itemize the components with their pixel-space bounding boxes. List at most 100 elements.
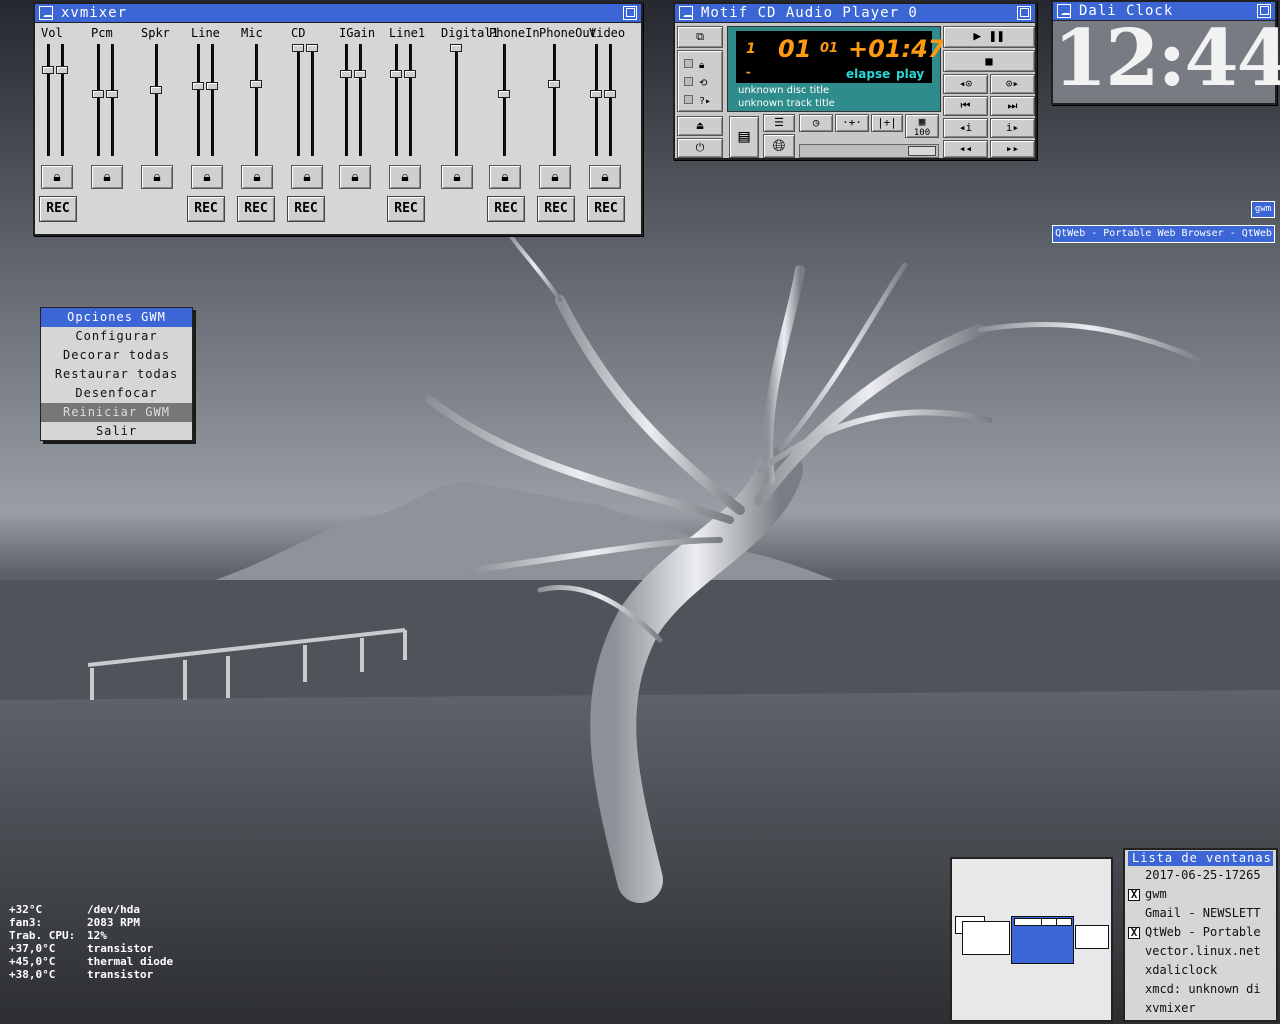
channel-lock-button[interactable]: 🔒︎ xyxy=(389,165,421,189)
volume-slider-knob[interactable] xyxy=(192,82,204,90)
window-list-item[interactable]: vector.linux.net xyxy=(1125,942,1276,961)
stop-button[interactable]: ■ xyxy=(943,50,1035,72)
pager-window-thumb[interactable] xyxy=(1075,925,1109,949)
iconify-icon[interactable] xyxy=(679,6,693,20)
cd-player-titlebar[interactable]: Motif CD Audio Player 0 xyxy=(675,4,1035,23)
next-index-button[interactable]: i▸ xyxy=(990,118,1035,138)
volume-slider-knob[interactable] xyxy=(354,70,366,78)
menu-item-desenfocar[interactable]: Desenfocar xyxy=(41,384,192,403)
volume-slider[interactable] xyxy=(799,144,939,158)
power-button[interactable]: ⏻ xyxy=(677,138,723,158)
channel-lock-button[interactable]: 🔒︎ xyxy=(539,165,571,189)
disc-db-button[interactable]: ▤ xyxy=(729,116,759,158)
channel-lock-button[interactable]: 🔒︎ xyxy=(41,165,73,189)
rec-button[interactable]: REC xyxy=(187,196,225,222)
window-list-item[interactable]: xvmixer xyxy=(1125,999,1276,1018)
channel-lock-button[interactable]: 🔒︎ xyxy=(489,165,521,189)
checkbox-lock[interactable] xyxy=(684,59,693,68)
menu-item-reiniciar-gwm[interactable]: Reiniciar GWM xyxy=(41,403,192,422)
volume-slider-track[interactable] xyxy=(111,44,114,156)
volume-slider-knob[interactable] xyxy=(56,66,68,74)
window-list-item[interactable]: xdaliclock xyxy=(1125,961,1276,980)
volume-slider-track[interactable] xyxy=(595,44,598,156)
maximize-icon[interactable] xyxy=(1017,6,1031,20)
volume-slider-track[interactable] xyxy=(61,44,64,156)
gwm-icon[interactable]: gwm xyxy=(1251,201,1275,218)
volume-slider-knob[interactable] xyxy=(590,90,602,98)
volume-slider-knob[interactable] xyxy=(340,70,352,78)
volume-slider-knob[interactable] xyxy=(548,80,560,88)
volume-slider-track[interactable] xyxy=(409,44,412,156)
window-list-item[interactable]: 2017-06-25-17265 xyxy=(1125,866,1276,885)
volume-slider-track[interactable] xyxy=(197,44,200,156)
volume-slider-knob[interactable] xyxy=(106,90,118,98)
volume-slider-track[interactable] xyxy=(503,44,506,156)
volume-slider-knob[interactable] xyxy=(292,44,304,52)
volume-slider-knob[interactable] xyxy=(206,82,218,90)
channel-lock-button[interactable]: 🔒︎ xyxy=(191,165,223,189)
volume-slider-thumb[interactable] xyxy=(908,146,936,156)
window-list-item[interactable]: Gmail - NEWSLETT xyxy=(1125,904,1276,923)
menu-item-decorar-todas[interactable]: Decorar todas xyxy=(41,346,192,365)
volume-slider-track[interactable] xyxy=(47,44,50,156)
volume-slider-knob[interactable] xyxy=(450,44,462,52)
play-pause-button[interactable]: ▶ ❚❚ xyxy=(943,26,1035,48)
prev-disc-button[interactable]: ◂⊙ xyxy=(943,74,988,94)
volume-slider-knob[interactable] xyxy=(306,44,318,52)
qtweb-icon[interactable]: QtWeb - Portable Web Browser - QtWeb xyxy=(1052,225,1275,243)
prev-index-button[interactable]: ◂i xyxy=(943,118,988,138)
window-list-item[interactable]: xmcd: unknown di xyxy=(1125,980,1276,999)
rec-button[interactable]: REC xyxy=(587,196,625,222)
volume-slider-track[interactable] xyxy=(609,44,612,156)
volume-slider-knob[interactable] xyxy=(250,80,262,88)
window-list-item[interactable]: X QtWeb - Portable xyxy=(1125,923,1276,942)
volume-slider-knob[interactable] xyxy=(498,90,510,98)
eject-button[interactable]: ⏏ xyxy=(677,116,723,136)
channel-lock-button[interactable]: 🔒︎ xyxy=(339,165,371,189)
menu-item-restaurar-todas[interactable]: Restaurar todas xyxy=(41,365,192,384)
channel-lock-button[interactable]: 🔒︎ xyxy=(291,165,323,189)
volume-slider-knob[interactable] xyxy=(92,90,104,98)
virtual-desktop-pager[interactable] xyxy=(950,857,1113,1022)
volume-slider-track[interactable] xyxy=(155,44,158,156)
rewind-button[interactable]: ◂◂ xyxy=(943,140,988,158)
channel-lock-button[interactable]: 🔒︎ xyxy=(91,165,123,189)
rec-button[interactable]: REC xyxy=(537,196,575,222)
volume-slider-track[interactable] xyxy=(395,44,398,156)
rec-button[interactable]: REC xyxy=(237,196,275,222)
channel-lock-button[interactable]: 🔒︎ xyxy=(141,165,173,189)
xvmixer-titlebar[interactable]: xvmixer xyxy=(35,4,641,23)
time-mode-button[interactable]: ◷ xyxy=(799,114,833,132)
pager-current-desktop[interactable] xyxy=(1011,916,1074,964)
iconify-icon[interactable] xyxy=(39,6,53,20)
menu-item-salir[interactable]: Salir xyxy=(41,422,192,441)
mode-button[interactable]: ⧉ xyxy=(677,26,723,48)
program-button[interactable]: ☰ xyxy=(763,114,795,132)
volume-slider-track[interactable] xyxy=(97,44,100,156)
next-disc-button[interactable]: ⊙▸ xyxy=(990,74,1035,94)
volume-slider-track[interactable] xyxy=(297,44,300,156)
volume-slider-track[interactable] xyxy=(345,44,348,156)
sample-button[interactable]: |+| xyxy=(871,114,903,132)
volume-slider-track[interactable] xyxy=(553,44,556,156)
maximize-icon[interactable] xyxy=(623,6,637,20)
menu-item-configurar[interactable]: Configurar xyxy=(41,327,192,346)
channel-lock-button[interactable]: 🔒︎ xyxy=(589,165,621,189)
volume-slider-track[interactable] xyxy=(255,44,258,156)
rec-button[interactable]: REC xyxy=(387,196,425,222)
volume-slider-track[interactable] xyxy=(455,44,458,156)
rec-button[interactable]: REC xyxy=(39,196,77,222)
rec-button[interactable]: REC xyxy=(287,196,325,222)
volume-slider-track[interactable] xyxy=(311,44,314,156)
prev-track-button[interactable]: ⏮ xyxy=(943,96,988,116)
volume-slider-knob[interactable] xyxy=(150,86,162,94)
fast-forward-button[interactable]: ▸▸ xyxy=(990,140,1035,158)
volume-slider-track[interactable] xyxy=(211,44,214,156)
rec-button[interactable]: REC xyxy=(487,196,525,222)
volume-slider-knob[interactable] xyxy=(390,70,402,78)
volume-slider-knob[interactable] xyxy=(404,70,416,78)
ab-button[interactable]: ·+· xyxy=(835,114,869,132)
volume-slider-knob[interactable] xyxy=(42,66,54,74)
volume-slider-track[interactable] xyxy=(359,44,362,156)
window-list-item[interactable]: Xgwm xyxy=(1125,885,1276,904)
